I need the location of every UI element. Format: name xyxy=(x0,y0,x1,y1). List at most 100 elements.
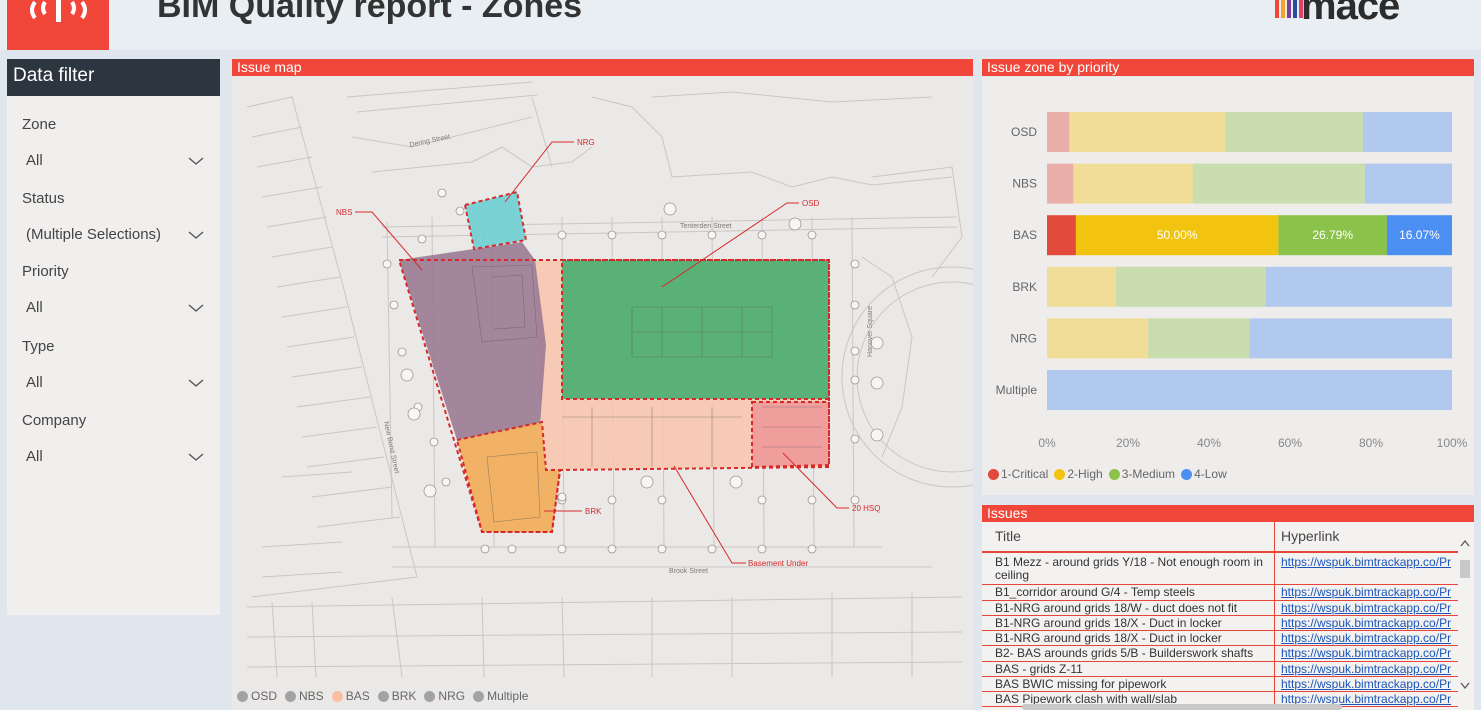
street-brook: Brook Street xyxy=(669,568,708,575)
bar-segment[interactable] xyxy=(1047,112,1070,152)
table-row[interactable]: B1_corridor around G/4 - Temp steels http… xyxy=(982,585,1458,601)
zone-osd[interactable] xyxy=(562,260,829,399)
issue-hyperlink[interactable]: https://wspuk.bimtrackapp.co/Pr xyxy=(1281,663,1458,676)
filter-dropdown-company[interactable]: All xyxy=(26,448,206,465)
table-row[interactable]: BAS - grids Z-11 https://wspuk.bimtrackap… xyxy=(982,662,1458,677)
issue-hyperlink[interactable]: https://wspuk.bimtrackapp.co/Pr xyxy=(1281,632,1458,645)
chevron-down-icon[interactable] xyxy=(188,302,204,314)
horizontal-scrollbar[interactable] xyxy=(982,702,1458,710)
category-label: BAS xyxy=(1013,228,1037,242)
column-header-hyperlink[interactable]: Hyperlink xyxy=(1281,528,1339,544)
issue-title: BAS BWIC missing for pipework xyxy=(995,677,1167,691)
map-legend-label: NRG xyxy=(438,689,466,703)
x-tick-label: 80% xyxy=(1359,436,1383,450)
priority-bar-chart: OSD NBS BAS 50.00% 26.79% 16.07% BRK NRG Multipl… xyxy=(996,112,1468,450)
street-dering: Dering Street xyxy=(409,134,451,149)
table-row[interactable]: B1-NRG around grids 18/W - duct does not… xyxy=(982,601,1458,616)
issue-hyperlink[interactable]: https://wspuk.bimtrackapp.co/Pr xyxy=(1281,602,1458,615)
issues-heading: Issues xyxy=(982,505,1474,522)
callout-nbs: NBS xyxy=(336,208,352,217)
chevron-down-icon[interactable] xyxy=(188,451,204,463)
bar-segment[interactable] xyxy=(1192,163,1365,204)
site-plan: Dering Street Tenterden Street Brook Str… xyxy=(246,81,973,678)
issue-hyperlink[interactable]: https://wspuk.bimtrackapp.co/Pr xyxy=(1281,556,1458,569)
scroll-down-icon[interactable] xyxy=(1459,680,1471,690)
column-header-title[interactable]: Title xyxy=(995,528,1021,544)
table-row[interactable]: B1 Mezz - around grids Y/18 - Not enough… xyxy=(982,555,1458,585)
bar-segment[interactable] xyxy=(1047,163,1074,204)
map-legend-item[interactable]: NRG xyxy=(424,689,465,703)
bar-segment[interactable] xyxy=(1265,266,1452,307)
bar-segment[interactable] xyxy=(1362,112,1452,152)
legend-dot-icon xyxy=(424,690,436,702)
map-legend-item[interactable]: Multiple xyxy=(473,689,528,703)
issue-map[interactable]: Dering Street Tenterden Street Brook Str… xyxy=(232,77,973,710)
priority-legend-item[interactable]: 4-Low xyxy=(1181,467,1227,481)
bar-segment[interactable] xyxy=(1047,215,1076,256)
x-tick-label: 60% xyxy=(1278,436,1302,450)
legend-dot-icon xyxy=(1054,468,1066,480)
issue-hyperlink[interactable]: https://wspuk.bimtrackapp.co/Pr xyxy=(1281,647,1458,660)
bar-segment[interactable] xyxy=(1148,318,1250,359)
category-label: NBS xyxy=(1012,177,1037,191)
bar-segment[interactable] xyxy=(1073,163,1193,204)
priority-chart[interactable]: OSD NBS BAS 50.00% 26.79% 16.07% BRK NRG Multipl… xyxy=(982,77,1474,495)
priority-legend-item[interactable]: 1-Critical xyxy=(988,467,1048,481)
table-row[interactable]: B1-NRG around grids 18/X - Duct in locke… xyxy=(982,631,1458,646)
table-row[interactable]: B1-NRG around grids 18/X - Duct in locke… xyxy=(982,616,1458,631)
filter-dropdown-zone[interactable]: All xyxy=(26,152,206,169)
issue-hyperlink[interactable]: https://wspuk.bimtrackapp.co/Pr xyxy=(1281,617,1458,630)
table-row[interactable]: B2- BAS arounds grids 5/B - Builderswork… xyxy=(982,646,1458,662)
category-label: OSD xyxy=(1011,125,1037,139)
map-legend-item[interactable]: BAS xyxy=(331,689,370,703)
priority-legend: 1-Critical 2-High 3-Medium 4-Low xyxy=(988,467,1227,481)
callout-20hsq: 20 HSQ xyxy=(852,504,880,513)
bar-segment[interactable] xyxy=(1069,112,1226,152)
data-filter-panel: Data filter xyxy=(7,59,220,615)
zone-20hsq[interactable] xyxy=(752,402,829,467)
map-legend-label: OSD xyxy=(251,689,278,703)
h-scroll-thumb[interactable] xyxy=(1022,704,1342,710)
bar-data-label: 50.00% xyxy=(1157,228,1198,242)
legend-dot-icon xyxy=(237,690,248,702)
issue-hyperlink[interactable]: https://wspuk.bimtrackapp.co/Pr xyxy=(1281,586,1458,599)
map-legend-item[interactable]: OSD xyxy=(237,689,277,703)
filter-heading: Data filter xyxy=(7,59,220,96)
chevron-down-icon[interactable] xyxy=(188,377,204,389)
category-label: NRG xyxy=(1010,331,1037,345)
filter-value: All xyxy=(26,152,43,169)
filter-dropdown-priority[interactable]: All xyxy=(26,299,206,316)
bar-segment[interactable] xyxy=(1364,163,1452,204)
map-legend-item[interactable]: NBS xyxy=(285,689,324,703)
table-row[interactable]: BAS BWIC missing for pipework https://wsp… xyxy=(982,677,1458,692)
map-legend-label: NBS xyxy=(299,689,324,703)
priority-legend-item[interactable]: 2-High xyxy=(1054,467,1103,481)
issue-title: B1_corridor around G/4 - Temp steels xyxy=(995,585,1195,599)
priority-legend-label: 1-Critical xyxy=(1001,467,1049,481)
vertical-scrollbar[interactable] xyxy=(1458,536,1472,706)
bar-segment[interactable] xyxy=(1047,370,1452,410)
filter-label-priority: Priority xyxy=(22,263,69,280)
bar-segment[interactable] xyxy=(1047,266,1116,307)
zone-nrg[interactable] xyxy=(465,192,526,249)
x-tick-label: 40% xyxy=(1197,436,1221,450)
bar-segment[interactable] xyxy=(1225,112,1363,152)
bar-segment[interactable] xyxy=(1115,266,1266,307)
filter-value: All xyxy=(26,448,43,465)
filter-label-zone: Zone xyxy=(22,116,57,133)
chevron-down-icon[interactable] xyxy=(188,155,204,167)
priority-legend-item[interactable]: 3-Medium xyxy=(1108,467,1175,481)
issue-title: B1-NRG around grids 18/X - Duct in locke… xyxy=(995,616,1222,630)
issue-hyperlink[interactable]: https://wspuk.bimtrackapp.co/Pr xyxy=(1281,678,1458,691)
bar-segment[interactable] xyxy=(1047,318,1149,359)
signal-logo-icon xyxy=(30,0,87,22)
chevron-down-icon[interactable] xyxy=(188,229,204,241)
scroll-up-icon[interactable] xyxy=(1459,538,1471,548)
scroll-thumb[interactable] xyxy=(1460,560,1470,578)
map-legend-item[interactable]: BRK xyxy=(377,689,416,703)
filter-dropdown-type[interactable]: All xyxy=(26,374,206,391)
issue-title: B1 Mezz - around grids Y/18 - Not enough… xyxy=(995,555,1263,582)
filter-dropdown-status[interactable]: (Multiple Selections) xyxy=(26,226,206,243)
bar-segment[interactable] xyxy=(1249,318,1453,359)
callout-osd: OSD xyxy=(802,199,820,208)
